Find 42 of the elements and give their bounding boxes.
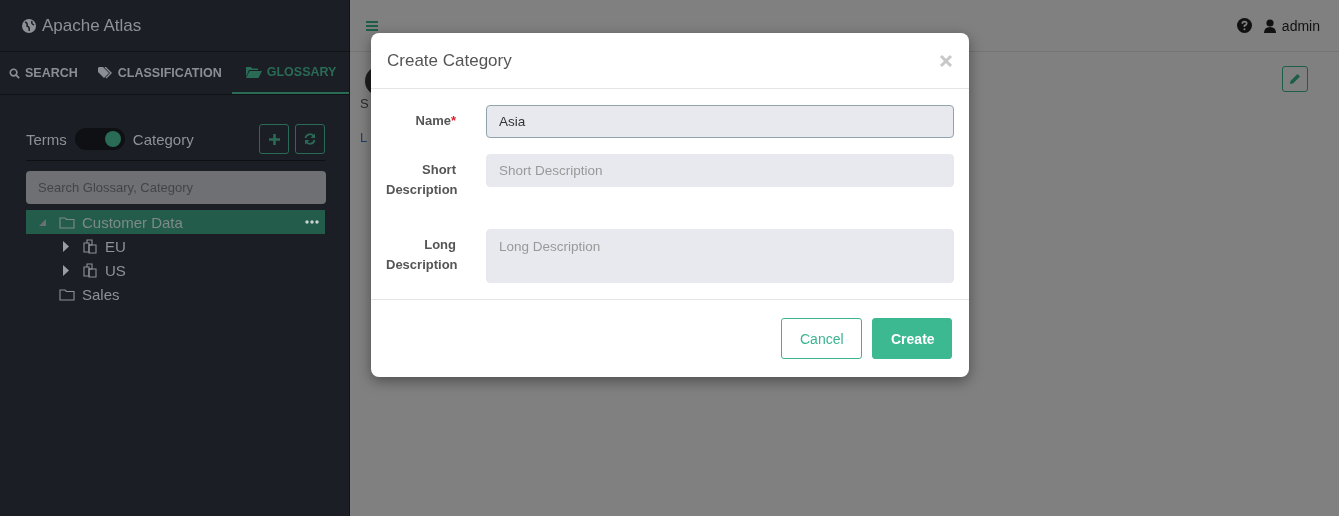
refresh-icon: [304, 133, 316, 145]
close-icon[interactable]: [939, 53, 953, 68]
link-text[interactable]: L: [360, 130, 368, 150]
cancel-button[interactable]: Cancel: [781, 318, 862, 359]
text-area[interactable]: Long Description: [486, 229, 954, 283]
field-label: Long Description: [386, 236, 456, 274]
tag-icon: [97, 67, 113, 79]
user-icon: [1263, 18, 1276, 33]
refresh-button[interactable]: [295, 124, 325, 154]
sidebar-tab[interactable]: CLASSIFICATION: [87, 52, 232, 94]
collapsed-triangle-icon[interactable]: [62, 264, 71, 276]
field-label: Short Description: [386, 161, 456, 199]
more-icon[interactable]: [305, 220, 319, 224]
menu-icon[interactable]: [366, 20, 378, 31]
tree-item[interactable]: US: [26, 258, 325, 282]
folder-open-icon: [245, 66, 262, 78]
toggle-switch[interactable]: [74, 128, 125, 150]
user-name[interactable]: admin: [1281, 17, 1320, 34]
folder-icon: [59, 287, 75, 301]
modal-title: Create Category: [387, 50, 512, 71]
search-icon: [9, 67, 20, 79]
pencil-icon: [1289, 73, 1301, 85]
text-field[interactable]: Asia: [486, 105, 954, 138]
label-text: S: [360, 96, 369, 113]
expanded-triangle-icon[interactable]: [38, 217, 47, 227]
copy-icon: [83, 238, 98, 254]
toggle-label: Category: [132, 130, 194, 148]
text-field[interactable]: Short Description: [486, 154, 954, 187]
sidebar-tab[interactable]: SEARCH: [0, 52, 88, 94]
collapsed-triangle-icon[interactable]: [62, 240, 71, 252]
plus-icon: [268, 133, 280, 145]
folder-icon: [59, 215, 75, 229]
toggle-label: Terms: [26, 130, 67, 148]
tree-item[interactable]: Sales: [26, 282, 325, 306]
add-button[interactable]: [259, 124, 289, 154]
field-label: Name*: [414, 112, 456, 130]
help-icon[interactable]: [1236, 18, 1252, 33]
tree-item[interactable]: EU: [26, 234, 325, 258]
app-title: Apache Atlas: [42, 15, 142, 36]
globe-icon: [22, 18, 36, 33]
edit-button[interactable]: [1282, 66, 1308, 92]
copy-icon: [83, 262, 98, 278]
